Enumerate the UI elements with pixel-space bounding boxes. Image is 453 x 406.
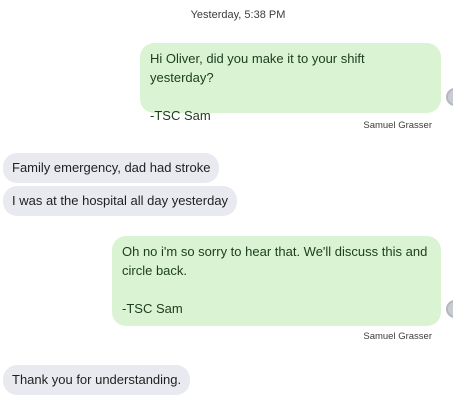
incoming-message-bubble[interactable]: Thank you for understanding. bbox=[3, 365, 191, 395]
incoming-message-bubble[interactable]: Family emergency, dad had stroke bbox=[3, 153, 220, 183]
sender-avatar-icon[interactable] bbox=[446, 300, 453, 318]
incoming-message-bubble[interactable]: I was at the hospital all day yesterday bbox=[3, 186, 238, 216]
sender-name: Samuel Grasser bbox=[363, 120, 432, 131]
sender-name: Samuel Grasser bbox=[363, 331, 432, 342]
sender-avatar-icon[interactable] bbox=[446, 88, 453, 106]
outgoing-message-bubble[interactable]: Oh no i'm so sorry to hear that. We'll d… bbox=[112, 236, 441, 326]
outgoing-message-bubble[interactable]: Hi Oliver, did you make it to your shift… bbox=[140, 43, 441, 123]
timestamp: Yesterday, 5:38 PM bbox=[190, 9, 286, 21]
